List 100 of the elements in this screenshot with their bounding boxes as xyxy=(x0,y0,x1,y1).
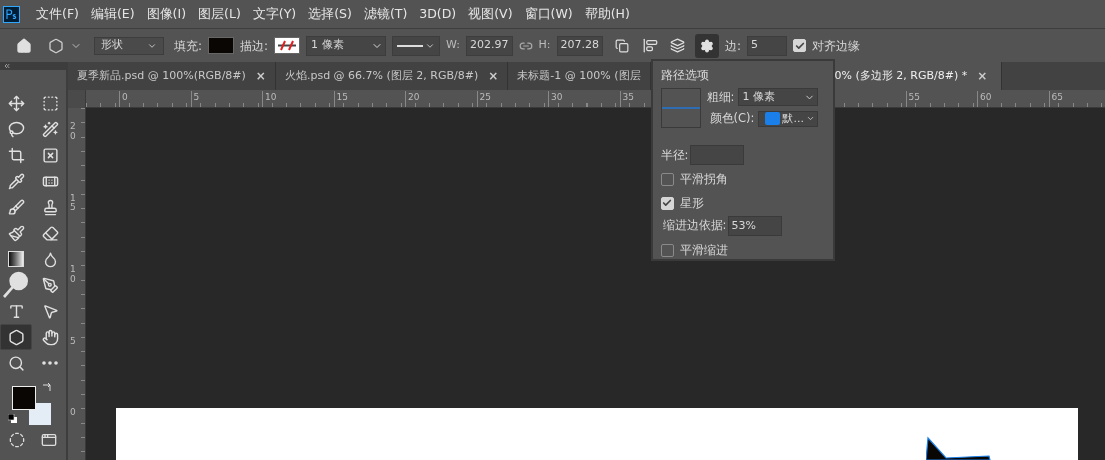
document-tab[interactable]: 0% (多边形 2, RGB/8#) * × xyxy=(834,62,1003,90)
menu-item[interactable]: 编辑(E) xyxy=(84,4,141,24)
ruler-number: 15 xyxy=(70,193,77,214)
option-label: 平滑缩进 xyxy=(679,241,728,259)
frame-icon xyxy=(41,146,59,164)
hexagon-icon xyxy=(7,328,25,346)
ruler-number: 5 xyxy=(190,91,200,107)
menu-item[interactable]: 滤镜(T) xyxy=(357,4,414,24)
close-button[interactable]: × xyxy=(488,67,499,85)
thickness-dropdown[interactable]: 1 像素 xyxy=(738,88,819,107)
settings-button[interactable] xyxy=(695,33,720,58)
tab-title: 夏季新品.psd @ 100%(RGB/8#) xyxy=(77,67,246,84)
stroke-none-swatch[interactable] xyxy=(274,37,301,54)
close-button[interactable]: × xyxy=(255,67,266,85)
align-edges-label: 对齐边缘 xyxy=(812,37,861,55)
eraser-icon xyxy=(41,224,59,242)
ruler-number: 30 xyxy=(548,91,563,107)
ruler-number: 10 xyxy=(70,265,77,285)
history-brush-icon xyxy=(7,224,25,242)
ruler-number: 55 xyxy=(905,91,920,107)
more-icon xyxy=(42,361,58,365)
ruler-number: 5 xyxy=(70,336,77,347)
move-icon xyxy=(7,94,25,112)
menu-item[interactable]: 选择(S) xyxy=(302,4,358,24)
hexagon-icon[interactable] xyxy=(48,37,64,54)
stroke-width-dropdown[interactable]: 1 像素 xyxy=(306,35,387,56)
width-field[interactable]: 202.97 xyxy=(466,35,513,56)
stroke-preview xyxy=(660,88,701,129)
popup-title: 路径选项 xyxy=(660,67,710,84)
ruler-number: 60 xyxy=(977,91,992,107)
menu-item[interactable]: 视图(V) xyxy=(462,4,519,24)
color-label: 颜色(C): xyxy=(709,110,755,128)
line-style-preview xyxy=(397,44,424,47)
screen-mode-icon[interactable] xyxy=(41,432,57,448)
swap-colors-icon[interactable] xyxy=(42,382,52,392)
option-checkbox[interactable] xyxy=(660,173,674,187)
stroke-label: 描边: xyxy=(240,37,269,55)
menu-item[interactable]: 文件(F) xyxy=(30,4,85,24)
ruler-number: 35 xyxy=(619,91,634,107)
menu-item[interactable]: 图层(L) xyxy=(192,4,247,24)
indent-field[interactable]: 53% xyxy=(728,215,783,236)
stamp-icon xyxy=(41,198,59,216)
radius-field[interactable] xyxy=(690,145,745,166)
color-dropdown[interactable]: 默... xyxy=(758,110,819,127)
eyedropper-icon xyxy=(7,172,25,190)
path-alignment-icon[interactable] xyxy=(643,38,659,53)
magic-wand-icon xyxy=(41,120,59,138)
ruler-number: 0 xyxy=(119,91,128,107)
path-operations-icon[interactable] xyxy=(615,38,630,53)
menu-item[interactable]: 文字(Y) xyxy=(246,4,303,24)
path-arrangement-icon[interactable] xyxy=(670,38,686,53)
pen-icon xyxy=(41,276,59,294)
ruler-number: 15 xyxy=(333,91,348,107)
menu-item[interactable]: 窗口(W) xyxy=(518,4,579,24)
tab-title: 未标题-1 @ 100% (图层 xyxy=(517,67,641,84)
hand-icon xyxy=(41,328,59,346)
ruler-number: 10 xyxy=(262,91,277,107)
close-button[interactable]: × xyxy=(977,67,988,85)
height-label: H: xyxy=(538,37,551,54)
quick-mask-icon[interactable] xyxy=(9,432,25,448)
radius-label: 半径: xyxy=(660,146,689,164)
align-edges-checkbox[interactable] xyxy=(793,39,807,52)
ruler-number: 65 xyxy=(1048,91,1063,107)
menu-item[interactable]: 3D(D) xyxy=(413,4,463,24)
height-field[interactable]: 207.28 xyxy=(556,35,604,56)
ruler-number: 25 xyxy=(476,91,491,107)
line-style-dropdown[interactable] xyxy=(392,35,441,56)
tab-title: 火焰.psd @ 66.7% (图层 2, RGB/8#) xyxy=(284,67,479,84)
option-label: 星形 xyxy=(679,194,704,212)
foreground-color-swatch[interactable] xyxy=(12,386,36,410)
menu-item[interactable]: 图像(I) xyxy=(140,4,193,24)
home-icon[interactable] xyxy=(16,37,32,54)
gradient-icon xyxy=(8,251,24,267)
tab-title: 0% (多边形 2, RGB/8#) * xyxy=(834,67,968,84)
ruler-number: 20 xyxy=(70,122,77,142)
gear-icon xyxy=(700,38,715,53)
crop-icon xyxy=(7,146,25,164)
fill-swatch[interactable] xyxy=(208,37,235,54)
option-checkbox[interactable] xyxy=(660,243,674,257)
zoom-icon xyxy=(7,354,25,372)
sides-label: 边: xyxy=(725,37,742,55)
collapse-icon[interactable] xyxy=(3,62,11,70)
pointer-icon xyxy=(41,302,59,320)
indent-label: 缩进边依据: xyxy=(662,217,727,235)
brush-icon xyxy=(7,198,25,216)
ruler-number: 0 xyxy=(70,408,77,418)
tool-button[interactable] xyxy=(0,324,32,350)
marquee-icon xyxy=(41,94,59,112)
lasso-icon xyxy=(7,120,25,138)
app-logo-icon xyxy=(3,5,20,23)
ruler-number: 20 xyxy=(405,91,420,107)
mode-dropdown[interactable]: 形状 xyxy=(94,36,164,55)
star-shape xyxy=(926,436,991,460)
fill-label: 填充: xyxy=(174,37,203,55)
type-icon xyxy=(7,302,25,320)
sides-field[interactable]: 5 xyxy=(747,35,788,56)
option-label: 平滑拐角 xyxy=(679,171,728,189)
menu-item[interactable]: 帮助(H) xyxy=(578,4,636,24)
thickness-label: 粗细: xyxy=(706,88,735,106)
default-colors-icon[interactable] xyxy=(8,414,18,424)
